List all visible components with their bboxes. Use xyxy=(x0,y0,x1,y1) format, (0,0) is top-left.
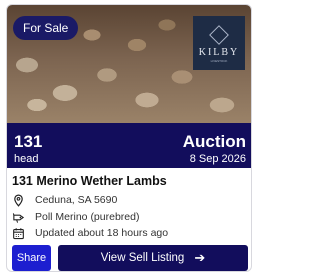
head-count: 131 xyxy=(14,132,43,151)
for-sale-badge: For Sale xyxy=(13,16,79,40)
view-sell-listing-label: View Sell Listing xyxy=(100,252,185,264)
sale-type: Auction xyxy=(182,132,246,151)
view-sell-listing-button[interactable]: View Sell Listing ➔ xyxy=(58,245,248,271)
breed-row: Poll Merino (purebred) xyxy=(12,209,139,225)
breed-tag-icon xyxy=(12,212,25,223)
listing-summary-bar: 131 head Auction 8 Sep 2026 xyxy=(7,123,251,168)
calendar-icon xyxy=(13,227,24,239)
location-row: Ceduna, SA 5690 xyxy=(12,192,117,208)
logo-mark-icon xyxy=(209,25,229,45)
updated-text: Updated about 18 hours ago xyxy=(35,227,169,239)
head-unit: head xyxy=(14,153,39,165)
breed-text: Poll Merino (purebred) xyxy=(35,211,140,223)
share-button[interactable]: Share xyxy=(12,245,51,271)
location-text: Ceduna, SA 5690 xyxy=(35,194,118,206)
sale-date: 8 Sep 2026 xyxy=(189,153,246,165)
listing-title: 131 Merino Wether Lambs xyxy=(12,174,167,188)
arrow-right-icon: ➔ xyxy=(194,250,206,265)
agent-logo: KILBY LIVESTOCK xyxy=(193,16,245,70)
location-pin-icon xyxy=(14,194,23,207)
listing-card[interactable]: For Sale KILBY LIVESTOCK 131 head Auctio… xyxy=(6,4,252,272)
updated-row: Updated about 18 hours ago xyxy=(12,225,168,241)
